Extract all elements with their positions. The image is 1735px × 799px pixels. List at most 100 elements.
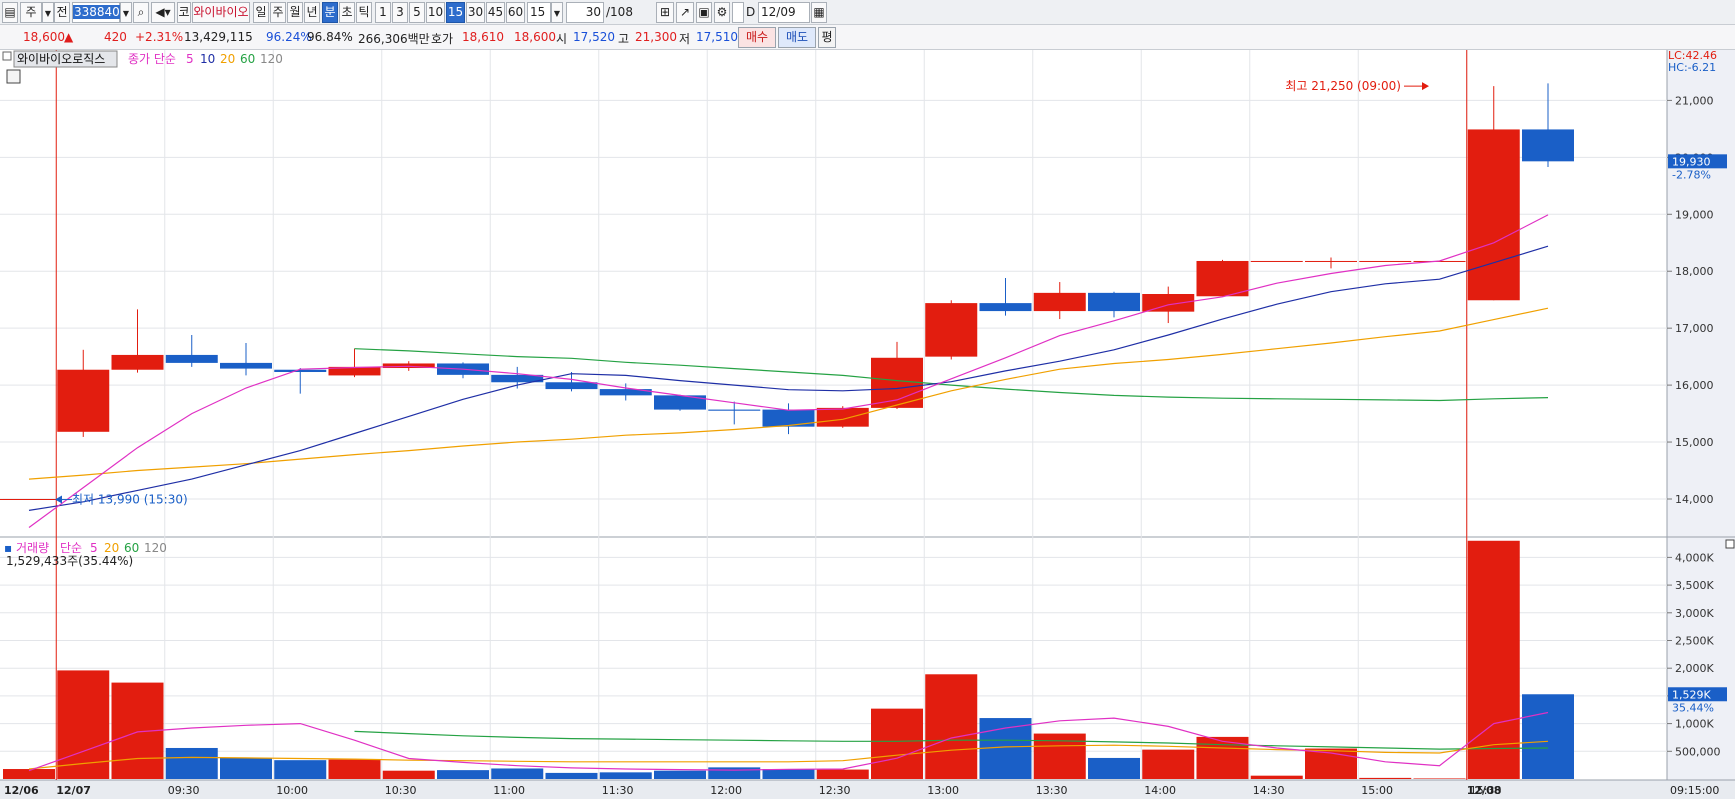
price-tag-percent: -2.78% (1672, 168, 1711, 181)
buy-button[interactable]: 매수 (738, 27, 776, 48)
interval-label: 60 (507, 5, 524, 19)
interval-15[interactable]: 15 (446, 2, 465, 23)
interval-dropdown[interactable]: ▼ (551, 2, 563, 23)
volume-bar (274, 760, 327, 779)
prev-button[interactable]: 전 (54, 2, 70, 23)
price-tick-label: 18,000 (1675, 265, 1714, 278)
market-dropdown[interactable]: ▼ (42, 2, 54, 23)
volume-bar (437, 770, 489, 779)
vlegend-ma60: 60 (124, 541, 139, 555)
volume-legend-title: 거래량 (16, 541, 49, 555)
volume-bar (762, 769, 815, 779)
period-tab-day[interactable]: 일 (253, 2, 269, 23)
stock-code-dropdown[interactable]: ▼ (120, 2, 132, 23)
interval-45[interactable]: 45 (486, 2, 505, 23)
candle-body (1522, 129, 1574, 162)
time-tick-label: 11:00 (493, 784, 525, 797)
interval-label: 30 (467, 5, 484, 19)
interval-10[interactable]: 10 (426, 2, 445, 23)
period-tab-month[interactable]: 월 (287, 2, 303, 23)
period-tab-second[interactable]: 초 (339, 2, 355, 23)
quote-bar: 18,600 ▲ 420 +2.31% 13,429,115 96.24% 96… (0, 25, 1735, 50)
low-label: 저 (679, 32, 691, 46)
candle-body (3, 498, 55, 500)
time-tick-label: 15:00 (1361, 784, 1393, 797)
zoom-icon[interactable]: ⊞ (656, 2, 674, 23)
grid-toggle-icon[interactable] (6, 69, 21, 84)
search-icon[interactable]: ⌕ (133, 2, 149, 23)
candle-body (274, 369, 327, 373)
date-input[interactable]: 12/09 (758, 2, 810, 23)
volume-bar (220, 757, 272, 779)
stock-name[interactable]: 와이바이오 (192, 2, 250, 23)
time-tick-label: 10:30 (385, 784, 417, 797)
volume-tick-label: 4,000K (1675, 551, 1714, 564)
candle-body (762, 409, 815, 427)
volume-tag-value: 1,529K (1672, 688, 1711, 701)
time-tick-label: 14:00 (1144, 784, 1176, 797)
interval-select[interactable]: 15 (527, 2, 551, 23)
panel-close-icon[interactable] (1725, 539, 1735, 549)
time-tick-label: 13:30 (1036, 784, 1068, 797)
candle-body (1359, 260, 1412, 262)
interval-30[interactable]: 30 (466, 2, 485, 23)
chevron-down-icon: ▼ (553, 9, 561, 18)
interval-label: 5 (413, 5, 421, 19)
chart-area[interactable]: 14,00015,00016,00017,00018,00019,00020,0… (0, 50, 1735, 799)
stock-code-value: 338840 (73, 5, 121, 19)
open-label: 시 (556, 32, 568, 46)
period-label: 분 (324, 5, 336, 19)
price-tick-label: 15,000 (1675, 436, 1714, 449)
sell-button[interactable]: 매도 (778, 27, 816, 48)
interval-label: 3 (396, 5, 404, 19)
avg-button[interactable]: 평 (818, 27, 836, 48)
volume-bar (925, 674, 978, 779)
candle-body (1033, 292, 1086, 312)
interval-60[interactable]: 60 (506, 2, 525, 23)
stock-tag: 와이바이오로직스 (17, 52, 105, 66)
interval-select-value: 15 (530, 5, 546, 19)
low-annotation: 최저 13,990 (15:30) (55, 493, 188, 507)
legend-ma10: 10 (200, 52, 215, 66)
avg-label: 평 (821, 30, 833, 44)
market-tab[interactable]: 주 (20, 2, 42, 23)
volume-bar (1413, 778, 1466, 779)
period-tab-week[interactable]: 주 (270, 2, 286, 23)
volume-bar (871, 708, 923, 779)
interval-3[interactable]: 3 (392, 2, 408, 23)
chevron-down-icon: ▼ (44, 9, 52, 18)
low-annotation-text: 최저 13,990 (15:30) (72, 493, 188, 507)
current-price: 18,600 (23, 30, 65, 44)
candle-body (545, 382, 598, 390)
volume-bar (491, 768, 544, 779)
d-checkbox[interactable] (732, 2, 744, 23)
interval-label: 10 (427, 5, 444, 19)
candle-body (1142, 294, 1195, 312)
speaker-icon[interactable]: ◀▾ (151, 2, 175, 23)
stock-code-input[interactable]: 338840 (72, 2, 121, 23)
volume-bar (57, 670, 110, 779)
gear-icon[interactable]: ⚙ (714, 2, 730, 23)
interval-1[interactable]: 1 (375, 2, 391, 23)
hc-label: HC:-6.21 (1668, 61, 1716, 74)
price-tick-label: 17,000 (1675, 322, 1714, 335)
count-total: /108 (606, 5, 633, 19)
prev-label: 전 (56, 5, 68, 19)
market-tab-label: 주 (25, 5, 37, 19)
volume-legend-bullet: ▪ (4, 541, 12, 555)
chevron-down-icon: ▼ (122, 9, 130, 18)
period-tab-tick[interactable]: 틱 (356, 2, 372, 23)
save-icon[interactable]: ▣ (696, 2, 712, 23)
high-label: 고 (618, 32, 630, 46)
count-input[interactable]: 30 (566, 2, 604, 23)
calendar-icon[interactable]: ▦ (811, 2, 827, 23)
trend-icon[interactable]: ↗ (676, 2, 694, 23)
period-tab-year[interactable]: 년 (304, 2, 320, 23)
price-tag-value: 19,930 (1672, 155, 1711, 168)
period-tab-minute[interactable]: 분 (322, 2, 338, 23)
layout-icon[interactable]: ▤ (2, 2, 18, 23)
market-badge: 코 (177, 2, 191, 23)
interval-5[interactable]: 5 (409, 2, 425, 23)
volume-bar (165, 747, 218, 779)
hoga-label: 호가 (431, 32, 454, 46)
